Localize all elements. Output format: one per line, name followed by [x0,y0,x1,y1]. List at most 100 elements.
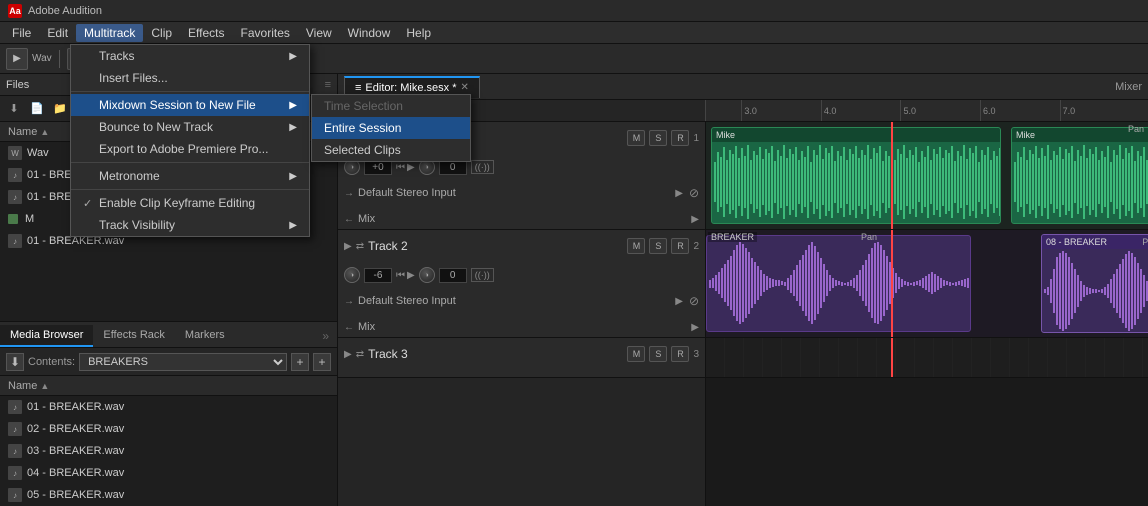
menu-favorites[interactable]: Favorites [233,24,298,42]
toolbar-sep-1 [59,50,60,68]
track-1-input: → Default Stereo Input ▶ ⊘ [338,180,705,206]
track-2-db: -6 [364,268,392,283]
track-2-expand[interactable]: ▶ [344,241,352,252]
menu-file[interactable]: File [4,24,39,42]
media-item-5[interactable]: ♪ 05 - BREAKER.wav [0,484,337,506]
menu-clip[interactable]: Clip [143,24,180,42]
track-2-clip-2[interactable]: 08 - BREAKER Pan ⌄ [1041,234,1148,333]
media-item-2[interactable]: ♪ 02 - BREAKER.wav [0,418,337,440]
media-prev-btn[interactable]: + [291,353,309,371]
ruler-mark-1: 3.0 [741,100,757,121]
tracks-label: Tracks [99,49,135,63]
track-2-phase[interactable]: ⊘ [689,294,699,308]
files-new-btn[interactable]: 📄 [27,100,47,118]
track-2-vol-knob[interactable]: ◑ [344,267,360,283]
track-2-transport: ⏮ ▶ [396,270,415,281]
playhead-t3 [891,338,893,377]
track-1-input-arrow2[interactable]: ▶ [675,188,683,199]
track-3-s-btn[interactable]: S [649,346,667,362]
track-2-r-btn[interactable]: R [671,238,689,254]
bottom-expand-icon[interactable]: » [314,325,337,347]
menu-window[interactable]: Window [340,24,399,42]
track-1-mix-expand[interactable]: ▶ [691,214,699,225]
track-1-clip-2[interactable]: Mike [1011,127,1148,224]
media-next-btn[interactable]: + [313,353,331,371]
track-2-mix-expand[interactable]: ▶ [691,322,699,333]
track-2-input-arrow2[interactable]: ▶ [675,296,683,307]
track-1-play[interactable]: ▶ [407,162,415,173]
toolbar-btn-1[interactable]: ▶ [6,48,28,70]
menu-edit[interactable]: Edit [39,24,76,42]
track-1-phase[interactable]: ⊘ [689,186,699,200]
media-file-icon-3: ♪ [8,444,22,458]
track-1-clip-1[interactable]: Mike // Will be drawn statically below [711,127,1001,224]
menu-effects[interactable]: Effects [180,24,232,42]
track-3-expand[interactable]: ▶ [344,349,352,360]
menu-bounce[interactable]: Bounce to New Track ▶ [71,116,309,138]
track-2-breaker-label: BREAKER [708,232,757,242]
track-1-mix: ← Mix ▶ [338,206,705,232]
tracks-arrow: ▶ [289,51,297,62]
menu-multitrack[interactable]: Multitrack [76,24,143,42]
track-1-lane: Pan Mike // Will be drawn statically bel… [706,122,1148,230]
media-folder-select[interactable]: BREAKERS [79,353,287,371]
menu-tracks-item[interactable]: Tracks ▶ [71,45,309,67]
media-item-4[interactable]: ♪ 04 - BREAKER.wav [0,462,337,484]
file-name-wav: Wav [27,147,49,159]
media-item-3[interactable]: ♪ 03 - BREAKER.wav [0,440,337,462]
menu-enable-keyframe[interactable]: ✓ Enable Clip Keyframe Editing [71,192,309,214]
media-file-icon-4: ♪ [8,466,22,480]
media-list[interactable]: ♪ 01 - BREAKER.wav ♪ 02 - BREAKER.wav ♪ … [0,396,337,506]
menu-metronome[interactable]: Metronome ▶ [71,165,309,187]
menu-help[interactable]: Help [398,24,439,42]
track-3-m-btn[interactable]: M [627,346,645,362]
editor-tab-close[interactable]: ✕ [461,82,469,93]
track-2-lane: BREAKER Pan [706,230,1148,338]
track-3-icon: ⇄ [356,349,364,360]
track-2-play[interactable]: ▶ [407,270,415,281]
track-1-m-btn[interactable]: M [627,130,645,146]
submenu-entire-session[interactable]: Entire Session [312,117,470,139]
track-2-num: 2 [693,241,699,252]
track-2-mix-arrow: ← [344,322,354,333]
menu-insert-files[interactable]: Insert Files... [71,67,309,89]
media-file-name-1: 01 - BREAKER.wav [27,401,124,413]
ruler-mark-5: 7.0 [1060,100,1076,121]
tab-markers[interactable]: Markers [175,325,235,347]
track-1-s-btn[interactable]: S [649,130,667,146]
menu-view[interactable]: View [298,24,340,42]
track-3-r-btn[interactable]: R [671,346,689,362]
track-1-r-btn[interactable]: R [671,130,689,146]
submenu-selected-clips[interactable]: Selected Clips [312,139,470,161]
files-folder-btn[interactable]: 📁 [50,100,70,118]
track-1-clip-2-wave [1012,142,1148,222]
file-icon-wav: W [8,146,22,160]
menu-export-premiere[interactable]: Export to Adobe Premiere Pro... [71,138,309,160]
track-2-name: Track 2 [368,239,623,253]
files-menu-icon[interactable]: ≡ [325,79,331,91]
export-label: Export to Adobe Premiere Pro... [99,142,268,156]
menu-mixdown[interactable]: Mixdown Session to New File ▶ Time Selec… [71,94,309,116]
track-2-vol-knob2[interactable]: ◑ [419,267,435,283]
mixer-label[interactable]: Mixer [1115,81,1142,93]
track-2-s-btn[interactable]: S [649,238,667,254]
track-2-clip-1[interactable] [706,235,971,332]
track-2-clip-2-header: 08 - BREAKER Pan ⌄ [1042,235,1148,249]
track-1-rew[interactable]: ⏮ [396,162,405,173]
playhead-t2 [891,230,893,337]
menu-track-visibility[interactable]: Track Visibility ▶ [71,214,309,236]
tab-effects-rack[interactable]: Effects Rack [93,325,175,347]
track-1-clip-1-header: Mike [712,128,1000,142]
track-1-clip-1-wave: // Will be drawn statically below [712,142,1000,222]
media-name-header: Name ▲ [0,376,337,396]
media-item-1[interactable]: ♪ 01 - BREAKER.wav [0,396,337,418]
visibility-label: Track Visibility [99,218,175,232]
ruler-mark-2: 4.0 [821,100,837,121]
files-import-btn[interactable]: ⬇ [4,100,24,118]
track-2-rew[interactable]: ⏮ [396,270,405,281]
media-file-icon-5: ♪ [8,488,22,502]
media-add-btn[interactable]: ⬇ [6,353,24,371]
tab-media-browser[interactable]: Media Browser [0,325,93,347]
track-2-input-arrow: → [344,296,354,307]
track-2-m-btn[interactable]: M [627,238,645,254]
